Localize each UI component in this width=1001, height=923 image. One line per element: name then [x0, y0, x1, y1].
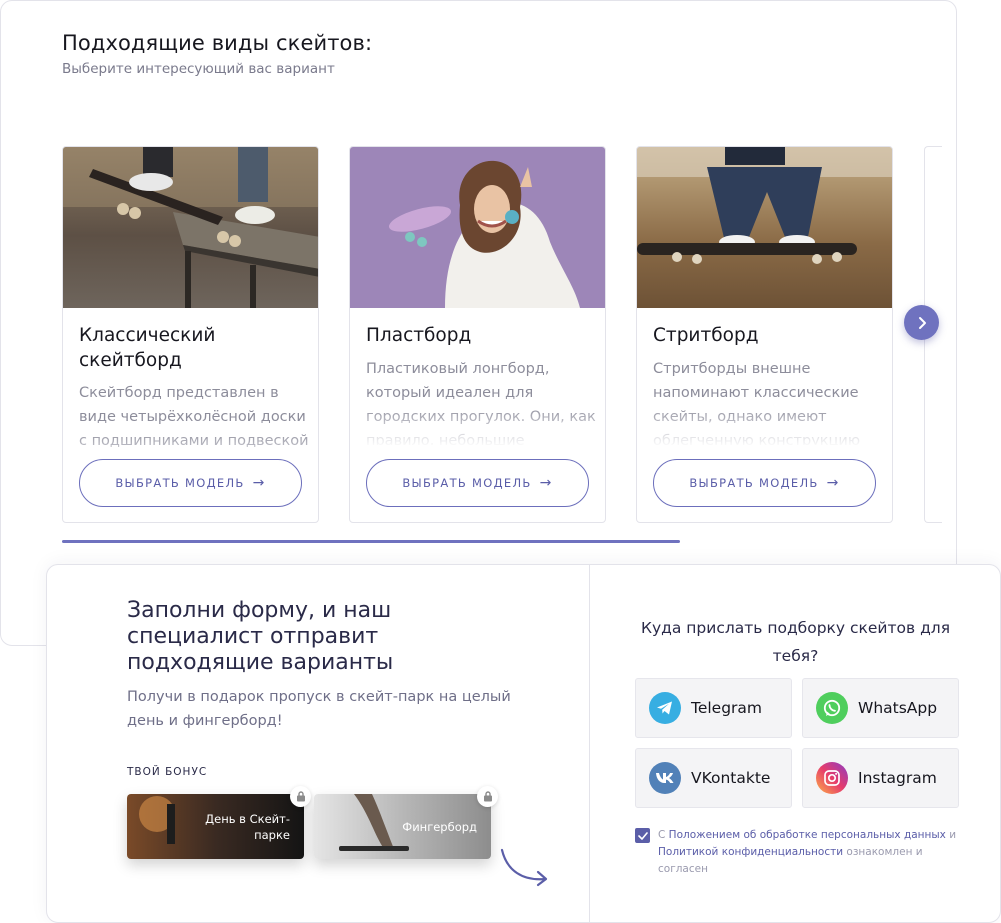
contact-question: Куда прислать подборку скейтов для тебя? [640, 619, 951, 665]
messenger-whatsapp-button[interactable]: WhatsApp [802, 678, 959, 738]
choose-model-button[interactable]: ВЫБРАТЬ МОДЕЛЬ → [366, 459, 589, 507]
request-form-panel: Заполни форму, и наш специалист отправит… [46, 564, 1001, 923]
carousel-progress [62, 540, 680, 543]
arrow-right-icon: → [539, 475, 553, 491]
messenger-vkontakte-button[interactable]: VKontakte [635, 748, 792, 808]
card-image [63, 147, 318, 308]
consent-row: С Положением об обработке персональных д… [635, 827, 965, 878]
consent-prefix: С [658, 829, 669, 841]
card-image [637, 147, 892, 308]
curved-arrow-icon [500, 848, 548, 887]
messenger-name: Telegram [691, 699, 763, 717]
card-plastboard[interactable]: Пластборд Пластиковый лонгборд, который … [349, 146, 606, 523]
card-streetboard[interactable]: Стритборд Стритборды внешне напоминают к… [636, 146, 893, 523]
consent-text: С Положением об обработке персональных д… [658, 827, 965, 878]
messenger-name: VKontakte [691, 769, 771, 787]
consent-middle: и [945, 829, 957, 841]
vk-icon [649, 762, 681, 794]
card-title: Стритборд [653, 325, 759, 346]
privacy-policy-link[interactable]: Положением об обработке персональных дан… [669, 829, 946, 841]
confidentiality-policy-link[interactable]: Политикой конфиденциальности [658, 846, 843, 858]
bonus-label-text: День в Скейт-парке [205, 811, 290, 842]
choose-model-button[interactable]: ВЫБРАТЬ МОДЕЛЬ → [79, 459, 302, 507]
whatsapp-icon [816, 692, 848, 724]
lock-icon [477, 786, 498, 807]
bonus-fingerboard: Фингерборд [314, 794, 491, 859]
form-title: Заполни форму, и наш специалист отправит… [127, 598, 394, 675]
card-description: Пластиковый лонгборд, который идеален дл… [366, 361, 596, 445]
section-title: Подходящие виды скейтов: [62, 31, 373, 55]
skate-types-panel: Подходящие виды скейтов: Выберите интере… [0, 0, 957, 646]
panel-divider [589, 565, 590, 923]
button-label: ВЫБРАТЬ МОДЕЛЬ [402, 476, 532, 490]
card-title: Пластборд [366, 325, 472, 346]
choose-model-button[interactable]: ВЫБРАТЬ МОДЕЛЬ → [653, 459, 876, 507]
checkmark-icon [637, 831, 648, 840]
card-classic-skateboard[interactable]: Классический скейтборд Скейтборд предста… [62, 146, 319, 523]
consent-checkbox[interactable] [635, 828, 650, 843]
messenger-instagram-button[interactable]: Instagram [802, 748, 959, 808]
arrow-right-icon: → [252, 475, 266, 491]
bonus-label-text: Фингерборд [402, 819, 477, 834]
card-title: Классический скейтборд [79, 325, 216, 371]
instagram-icon [816, 762, 848, 794]
chevron-right-icon [918, 316, 926, 329]
messenger-name: Instagram [858, 769, 937, 787]
cards-carousel: Классический скейтборд Скейтборд предста… [62, 146, 942, 524]
bonus-label: ТВОЙ БОНУС [127, 766, 208, 778]
button-label: ВЫБРАТЬ МОДЕЛЬ [689, 476, 819, 490]
messenger-name: WhatsApp [858, 699, 938, 717]
form-subtitle: Получи в подарок пропуск в скейт-парк на… [127, 689, 511, 729]
card-description: Скейтборд представлен в виде четырёхколё… [79, 385, 309, 449]
card-image [350, 147, 605, 308]
section-subtitle: Выберите интересующий вас вариант [62, 61, 335, 77]
arrow-right-icon: → [826, 475, 840, 491]
bonus-skatepark-day: День в Скейт-парке [127, 794, 304, 859]
button-label: ВЫБРАТЬ МОДЕЛЬ [115, 476, 245, 490]
card-description: Стритборды внешне напоминают классически… [653, 361, 861, 445]
carousel-next-button[interactable] [904, 305, 939, 340]
lock-icon [290, 786, 311, 807]
messenger-telegram-button[interactable]: Telegram [635, 678, 792, 738]
telegram-icon [649, 692, 681, 724]
